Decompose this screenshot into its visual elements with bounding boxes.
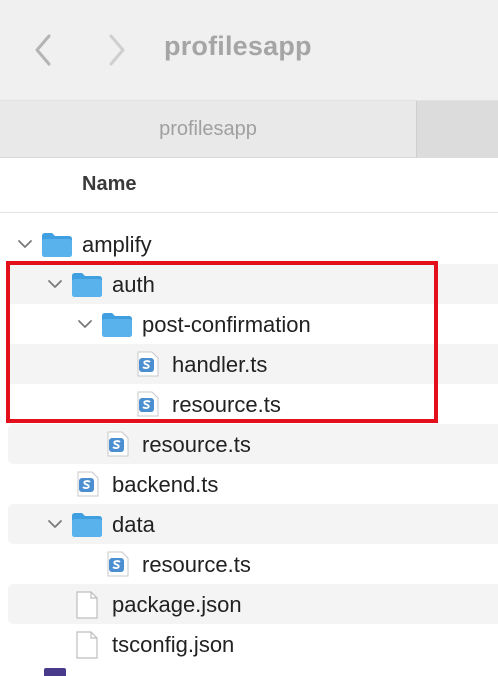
chevron-down-icon[interactable] <box>17 236 33 252</box>
document-icon <box>76 591 98 619</box>
forward-button[interactable] <box>102 28 132 72</box>
column-header: Name <box>0 158 498 213</box>
list-item[interactable]: backend.ts <box>0 464 498 504</box>
partial-row <box>0 664 498 676</box>
list-item[interactable]: handler.ts <box>0 344 498 384</box>
list-item[interactable]: amplify <box>0 224 498 264</box>
list-item[interactable]: post-confirmation <box>0 304 498 344</box>
document-icon <box>76 631 98 659</box>
chevron-down-icon[interactable] <box>47 516 63 532</box>
column-header-name[interactable]: Name <box>82 173 136 196</box>
item-label: post-confirmation <box>142 312 311 337</box>
folder-icon <box>102 313 132 337</box>
list-item[interactable]: tsconfig.json <box>0 624 498 664</box>
item-label: amplify <box>82 232 152 257</box>
item-label: data <box>112 512 155 537</box>
chevron-down-icon[interactable] <box>77 316 93 332</box>
finder-window: profilesapp profilesapp Name amplify auth… <box>0 0 498 676</box>
list-item[interactable]: resource.ts <box>0 544 498 584</box>
item-label: backend.ts <box>112 472 219 497</box>
typescript-file-icon <box>137 351 159 377</box>
chevron-down-icon[interactable] <box>47 276 63 292</box>
list-item[interactable]: auth <box>0 264 498 304</box>
item-label: resource.ts <box>142 432 251 457</box>
item-label: handler.ts <box>172 352 268 377</box>
typescript-file-icon <box>107 431 129 457</box>
folder-icon <box>42 233 72 257</box>
tab-placeholder[interactable] <box>416 101 498 158</box>
item-label: tsconfig.json <box>112 632 235 657</box>
chevron-right-icon <box>109 34 125 66</box>
file-list: amplify auth post-confirmation handler.ts re… <box>0 224 498 664</box>
file-icon <box>44 668 66 676</box>
list-item[interactable]: package.json <box>0 584 498 624</box>
item-label: resource.ts <box>142 552 251 577</box>
tab-bar: profilesapp <box>0 100 498 158</box>
list-item[interactable]: data <box>0 504 498 544</box>
typescript-file-icon <box>137 391 159 417</box>
chevron-left-icon <box>35 34 51 66</box>
item-label: package.json <box>112 592 242 617</box>
folder-icon <box>72 273 102 297</box>
typescript-file-icon <box>107 551 129 577</box>
folder-icon <box>72 513 102 537</box>
window-title: profilesapp <box>164 31 312 61</box>
back-button[interactable] <box>28 28 58 72</box>
item-label: resource.ts <box>172 392 281 417</box>
list-item[interactable]: resource.ts <box>0 384 498 424</box>
toolbar: profilesapp <box>0 0 498 100</box>
item-label: auth <box>112 272 155 297</box>
tab-profilesapp[interactable]: profilesapp <box>0 101 416 158</box>
list-item[interactable]: resource.ts <box>0 424 498 464</box>
typescript-file-icon <box>77 471 99 497</box>
